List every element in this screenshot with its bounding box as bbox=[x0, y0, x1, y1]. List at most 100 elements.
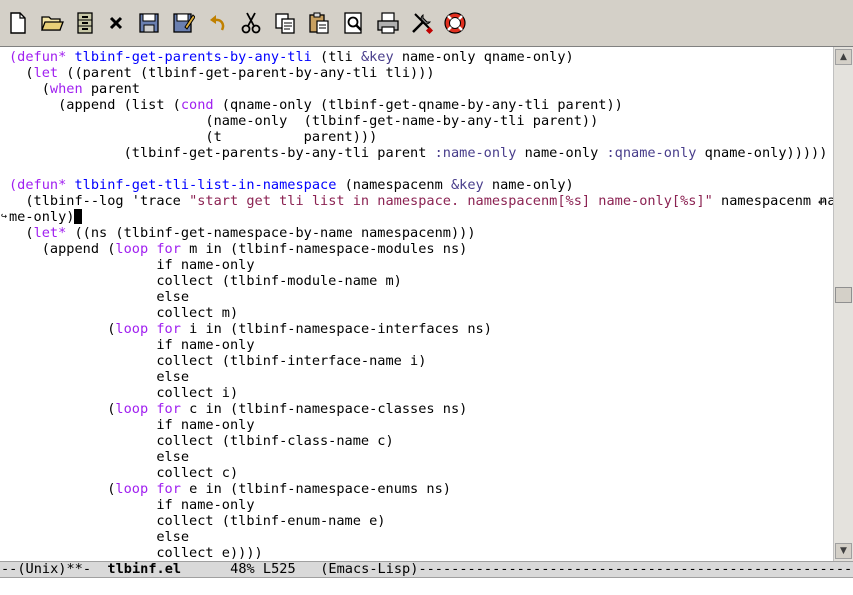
save-icon bbox=[139, 13, 159, 33]
code-token: if name-only bbox=[9, 497, 255, 513]
code-token: let* bbox=[33, 225, 67, 241]
code-token: for bbox=[156, 401, 181, 417]
code-line[interactable]: else bbox=[9, 449, 189, 465]
code-line[interactable]: collect c) bbox=[9, 465, 238, 481]
print-icon bbox=[377, 12, 399, 34]
code-token: collect (tlbinf-module-name m) bbox=[9, 273, 402, 289]
code-token: if name-only bbox=[9, 337, 255, 353]
search-button[interactable] bbox=[340, 9, 368, 37]
code-token: collect c) bbox=[9, 465, 239, 481]
code-line[interactable]: else bbox=[9, 529, 189, 545]
code-line[interactable]: if name-only bbox=[9, 417, 254, 433]
code-line[interactable]: (let* ((ns (tlbinf-get-namespace-by-name… bbox=[9, 225, 475, 241]
code-token: (tli bbox=[311, 49, 361, 65]
undo-button[interactable] bbox=[203, 9, 231, 37]
scroll-down-button[interactable]: ▼ bbox=[835, 543, 852, 559]
help-button[interactable] bbox=[441, 9, 469, 37]
editor-buffer[interactable]: (defun* tlbinf-get-parents-by-any-tli (t… bbox=[0, 47, 833, 561]
code-line[interactable]: collect (tlbinf-class-name c) bbox=[9, 433, 393, 449]
vertical-scrollbar[interactable]: ▲ ▼ bbox=[833, 47, 853, 561]
code-line[interactable]: (loop for e in (tlbinf-namespace-enums n… bbox=[9, 481, 451, 497]
code-token: if name-only bbox=[9, 257, 255, 273]
code-token: (defun* bbox=[9, 49, 67, 65]
code-line[interactable]: (defun* tlbinf-get-parents-by-any-tli (t… bbox=[9, 49, 574, 65]
code-line[interactable]: else bbox=[9, 369, 189, 385]
code-line[interactable]: (name-only (tlbinf-get-name-by-any-tli p… bbox=[9, 113, 598, 129]
code-token: else bbox=[9, 369, 190, 385]
code-line[interactable]: (append (loop for m in (tlbinf-namespace… bbox=[9, 241, 468, 257]
code-token: loop bbox=[115, 401, 149, 417]
code-token: ( bbox=[9, 81, 50, 97]
code-line[interactable]: collect i) bbox=[9, 385, 238, 401]
code-line[interactable]: (tlbinf-get-parents-by-any-tli parent :n… bbox=[9, 145, 828, 161]
new-file-icon bbox=[10, 12, 26, 34]
preferences-button[interactable] bbox=[408, 9, 436, 37]
scrollbar-thumb[interactable] bbox=[835, 287, 852, 303]
code-line[interactable]: collect e)))) bbox=[9, 545, 262, 561]
code-line[interactable]: if name-only bbox=[9, 337, 255, 353]
code-line[interactable]: else bbox=[9, 289, 189, 305]
code-token: for bbox=[156, 481, 181, 497]
cut-button[interactable] bbox=[237, 9, 265, 37]
code-token: (t parent))) bbox=[9, 129, 378, 145]
code-token: loop bbox=[115, 481, 149, 497]
code-token: tlbinf-get-parents-by-any-tli bbox=[74, 49, 312, 65]
major-mode[interactable]: (Emacs-Lisp) bbox=[320, 562, 418, 577]
code-line[interactable]: (tlbinf--log 'trace "start get tli list … bbox=[9, 193, 833, 209]
code-token: (tlbinf-get-parents-by-any-tli parent bbox=[9, 145, 435, 161]
code-text[interactable]: (defun* tlbinf-get-parents-by-any-tli (t… bbox=[9, 49, 833, 561]
code-token: collect m) bbox=[9, 305, 239, 321]
code-token: name-only) bbox=[483, 177, 574, 193]
code-token: collect (tlbinf-interface-name i) bbox=[9, 353, 427, 369]
help-icon bbox=[444, 12, 466, 34]
code-token: m in (tlbinf-namespace-modules ns) bbox=[180, 241, 468, 257]
cut-icon bbox=[241, 12, 261, 34]
code-line[interactable]: me-only) bbox=[9, 209, 83, 225]
save-as-icon bbox=[173, 13, 195, 33]
code-token: collect i) bbox=[9, 385, 239, 401]
code-line[interactable]: collect (tlbinf-module-name m) bbox=[9, 273, 402, 289]
code-line[interactable]: (loop for i in (tlbinf-namespace-interfa… bbox=[9, 321, 492, 337]
code-line[interactable]: collect (tlbinf-enum-name e) bbox=[9, 513, 385, 529]
code-token: else bbox=[9, 289, 190, 305]
code-line[interactable]: if name-only bbox=[9, 497, 255, 513]
paste-button[interactable] bbox=[305, 9, 333, 37]
minibuffer[interactable] bbox=[0, 578, 853, 595]
code-line[interactable]: (append (list (cond (qname-only (tlbinf-… bbox=[9, 97, 623, 113]
code-token: (append ( bbox=[9, 241, 116, 257]
toolbar bbox=[0, 0, 853, 47]
code-token: e in (tlbinf-namespace-enums ns) bbox=[180, 481, 451, 497]
code-line[interactable]: collect (tlbinf-interface-name i) bbox=[9, 353, 426, 369]
code-token: &key bbox=[450, 177, 484, 193]
code-line[interactable]: (t parent))) bbox=[9, 129, 377, 145]
search-icon bbox=[344, 12, 362, 34]
code-token: for bbox=[156, 241, 181, 257]
open-file-button[interactable] bbox=[38, 9, 66, 37]
scroll-up-button[interactable]: ▲ bbox=[835, 49, 852, 65]
buffer-name[interactable]: tlbinf.el bbox=[107, 562, 181, 577]
mode-line: --(Unix)**- tlbinf.el 48% L525 (Emacs-Li… bbox=[0, 561, 853, 578]
close-icon bbox=[109, 16, 123, 30]
code-token: let bbox=[33, 65, 59, 81]
new-file-button[interactable] bbox=[4, 9, 32, 37]
code-line[interactable]: (let ((parent (tlbinf-get-parent-by-any-… bbox=[9, 65, 434, 81]
dired-button[interactable] bbox=[71, 9, 99, 37]
code-token: ( bbox=[9, 65, 34, 81]
copy-button[interactable] bbox=[271, 9, 299, 37]
code-token: ( bbox=[9, 225, 34, 241]
code-line[interactable]: (when parent bbox=[9, 81, 140, 97]
code-token: cond bbox=[180, 97, 214, 113]
code-token: c in (tlbinf-namespace-classes ns) bbox=[180, 401, 468, 417]
code-token: qname-only))))) bbox=[696, 145, 828, 161]
code-line[interactable]: collect m) bbox=[9, 305, 238, 321]
code-line[interactable]: (defun* tlbinf-get-tli-list-in-namespace… bbox=[9, 177, 574, 193]
save-button[interactable] bbox=[135, 9, 163, 37]
code-line[interactable]: if name-only bbox=[9, 257, 255, 273]
open-folder-icon bbox=[41, 16, 64, 31]
code-token: "start get tli list in namespace. namesp… bbox=[189, 193, 713, 209]
save-as-button[interactable] bbox=[169, 9, 197, 37]
print-button[interactable] bbox=[374, 9, 402, 37]
close-button[interactable] bbox=[102, 9, 130, 37]
code-token: &key bbox=[360, 49, 394, 65]
code-line[interactable]: (loop for c in (tlbinf-namespace-classes… bbox=[9, 401, 467, 417]
